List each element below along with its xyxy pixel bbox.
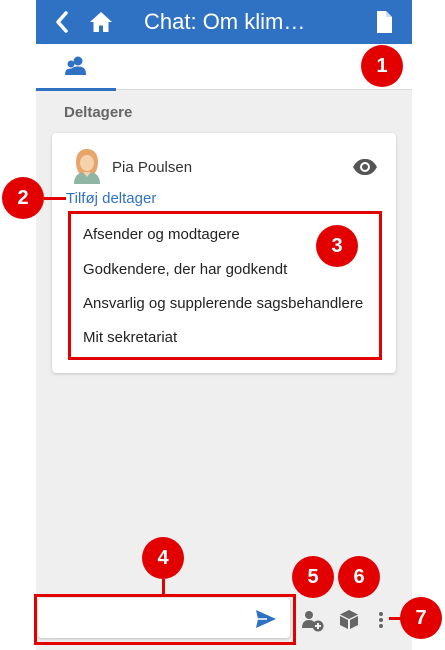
- annotation-badge-4: 4: [142, 537, 184, 579]
- top-bar: Chat: Om klim…: [36, 0, 412, 44]
- add-participant-icon[interactable]: [302, 610, 324, 632]
- annotation-frame-4: [34, 594, 296, 645]
- chevron-left-icon[interactable]: [50, 8, 74, 36]
- annotation-connector-4: [162, 579, 165, 595]
- annotation-connector-2: [44, 197, 66, 200]
- tab-participants[interactable]: [36, 44, 116, 91]
- tab-active-indicator: [36, 88, 116, 91]
- eye-icon[interactable]: [352, 158, 378, 176]
- participants-icon: [65, 56, 86, 75]
- annotation-badge-7: 7: [400, 597, 442, 639]
- add-participant-link[interactable]: Tilføj deltager: [66, 190, 156, 207]
- tab-bar: [36, 44, 412, 91]
- section-title-participants: Deltagere: [64, 104, 133, 121]
- chat-title: Chat: Om klim…: [144, 9, 306, 34]
- participant-name: Pia Poulsen: [112, 159, 193, 176]
- package-icon[interactable]: [338, 608, 360, 630]
- person-avatar-icon: [74, 149, 100, 184]
- annotation-connector-7: [389, 617, 401, 620]
- annotation-badge-1: 1: [361, 45, 403, 87]
- home-icon[interactable]: [88, 8, 114, 36]
- annotation-badge-5: 5: [292, 556, 334, 598]
- document-icon[interactable]: [372, 9, 396, 35]
- annotation-badge-2: 2: [2, 177, 44, 219]
- annotation-badge-3: 3: [316, 225, 358, 267]
- more-vertical-icon[interactable]: [376, 610, 386, 630]
- annotation-badge-6: 6: [338, 556, 380, 598]
